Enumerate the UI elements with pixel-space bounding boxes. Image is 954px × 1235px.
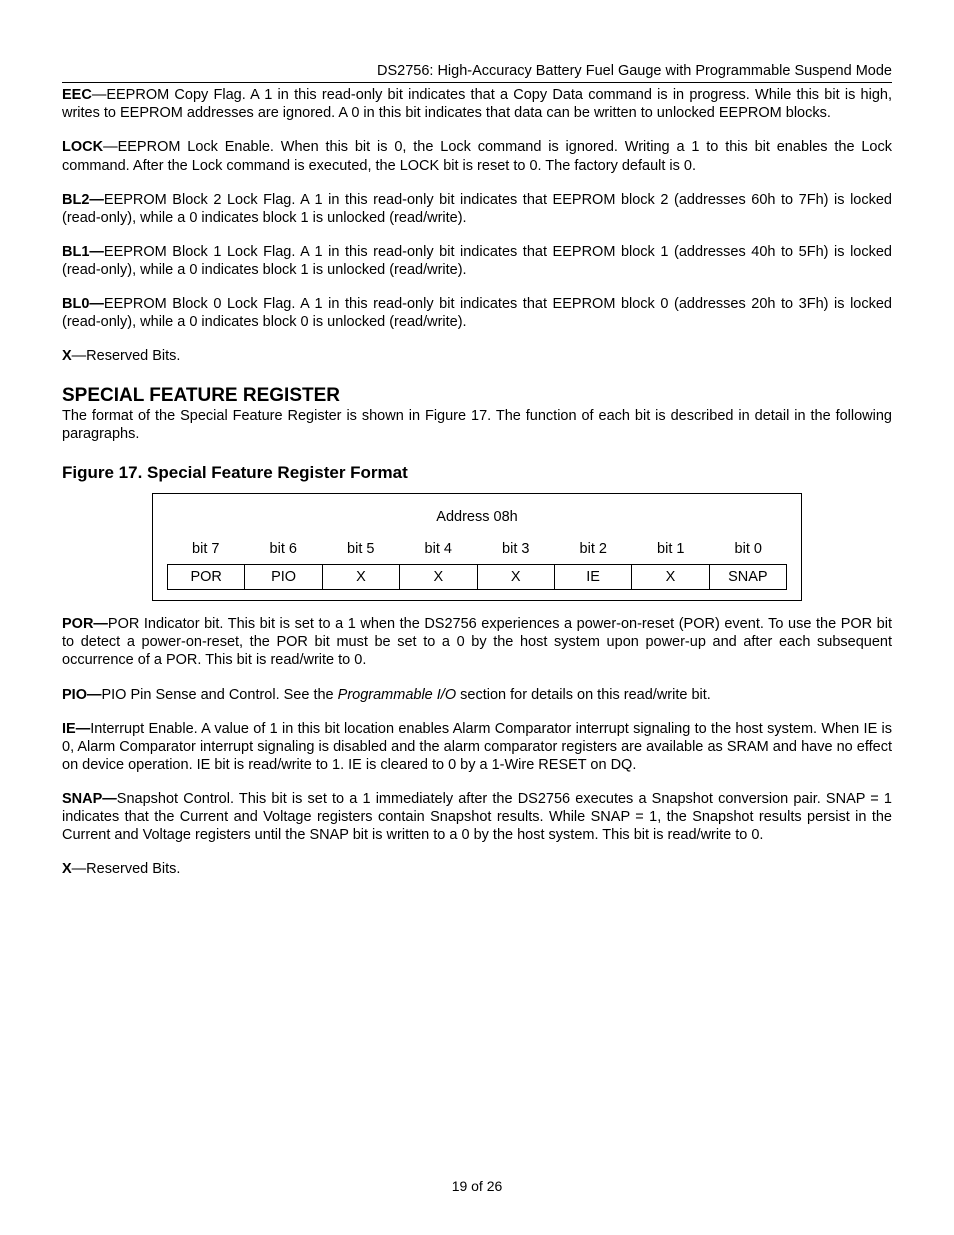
bit-label: bit 2 [555,540,633,558]
lock-paragraph: LOCK—EEPROM Lock Enable. When this bit i… [62,138,892,174]
bit-label: bit 6 [245,540,323,558]
snap-text: Snapshot Control. This bit is set to a 1… [62,791,892,843]
register-address: Address 08h [167,508,787,526]
bl1-paragraph: BL1—EEPROM Block 1 Lock Flag. A 1 in thi… [62,243,892,279]
x1-label: X [62,348,72,364]
ie-paragraph: IE—Interrupt Enable. A value of 1 in thi… [62,720,892,774]
bit-cell: IE [555,564,632,590]
bit-label: bit 4 [400,540,478,558]
x1-text: —Reserved Bits. [72,348,181,364]
bl2-text: EEPROM Block 2 Lock Flag. A 1 in this re… [62,192,892,226]
por-text: POR Indicator bit. This bit is set to a … [62,616,892,668]
ie-text: Interrupt Enable. A value of 1 in this b… [62,721,892,773]
bl1-label: BL1— [62,244,104,260]
bit-label-row: bit 7 bit 6 bit 5 bit 4 bit 3 bit 2 bit … [167,540,787,558]
pio-text-a: PIO Pin Sense and Control. See the [101,687,337,703]
register-box: Address 08h bit 7 bit 6 bit 5 bit 4 bit … [152,493,802,601]
pio-em: Programmable I/O [338,687,456,703]
eec-text: —EEPROM Copy Flag. A 1 in this read-only… [62,87,892,121]
bit-label: bit 5 [322,540,400,558]
page-header: DS2756: High-Accuracy Battery Fuel Gauge… [62,62,892,83]
bl0-label: BL0— [62,296,104,312]
bit-cell: SNAP [710,564,787,590]
x2-label: X [62,861,72,877]
eec-paragraph: EEC—EEPROM Copy Flag. A 1 in this read-o… [62,86,892,122]
bl0-text: EEPROM Block 0 Lock Flag. A 1 in this re… [62,296,892,330]
bit-cell: PIO [245,564,322,590]
bit-label: bit 3 [477,540,555,558]
bl1-text: EEPROM Block 1 Lock Flag. A 1 in this re… [62,244,892,278]
bit-cell: X [400,564,477,590]
x1-paragraph: X—Reserved Bits. [62,347,892,365]
pio-paragraph: PIO—PIO Pin Sense and Control. See the P… [62,686,892,704]
snap-paragraph: SNAP—Snapshot Control. This bit is set t… [62,790,892,844]
page-footer: 19 of 26 [0,1178,954,1196]
bit-value-row: POR PIO X X X IE X SNAP [167,564,787,590]
por-label: POR— [62,616,108,632]
bit-label: bit 0 [710,540,788,558]
bl0-paragraph: BL0—EEPROM Block 0 Lock Flag. A 1 in thi… [62,295,892,331]
eec-label: EEC [62,87,92,103]
bl2-paragraph: BL2—EEPROM Block 2 Lock Flag. A 1 in thi… [62,191,892,227]
bit-label: bit 7 [167,540,245,558]
bit-cell: X [323,564,400,590]
pio-text-b: section for details on this read/write b… [456,687,711,703]
bl2-label: BL2— [62,192,104,208]
bit-cell: X [632,564,709,590]
pio-label: PIO— [62,687,101,703]
lock-text: —EEPROM Lock Enable. When this bit is 0,… [62,139,892,173]
x2-text: —Reserved Bits. [72,861,181,877]
section-heading: SPECIAL FEATURE REGISTER [62,384,892,408]
por-paragraph: POR—POR Indicator bit. This bit is set t… [62,615,892,669]
bit-label: bit 1 [632,540,710,558]
lock-label: LOCK [62,139,103,155]
bit-cell: X [478,564,555,590]
section-intro: The format of the Special Feature Regist… [62,407,892,443]
figure-heading: Figure 17. Special Feature Register Form… [62,462,892,483]
bit-cell: POR [168,564,245,590]
x2-paragraph: X—Reserved Bits. [62,860,892,878]
ie-label: IE— [62,721,90,737]
snap-label: SNAP— [62,791,117,807]
